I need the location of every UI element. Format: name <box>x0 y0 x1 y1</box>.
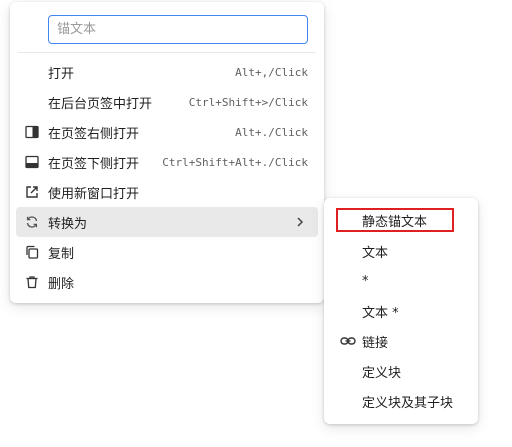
menu-item-shortcut: Alt+,/Click <box>235 65 308 79</box>
search-field[interactable] <box>48 15 308 44</box>
menu-item-open-background-tab[interactable]: 在后台页签中打开 Ctrl+Shift+>/Click <box>16 87 318 117</box>
chevron-right-icon <box>294 215 306 229</box>
menu-item-label: 使用新窗口打开 <box>48 186 140 202</box>
submenu-item-label: 静态锚文本 <box>362 214 428 230</box>
submenu-item-star[interactable]: * <box>330 266 472 296</box>
menu-item-open-right[interactable]: 在页签右侧打开 Alt+./Click <box>16 117 318 147</box>
trash-icon <box>24 274 40 290</box>
refresh-icon <box>24 214 40 230</box>
menu-item-shortcut: Ctrl+Shift+Alt+./Click <box>162 155 308 169</box>
submenu-item-define-block[interactable]: 定义块 <box>330 356 472 386</box>
split-bottom-icon <box>24 154 40 170</box>
menu-item-delete[interactable]: 删除 <box>16 267 318 297</box>
submenu-item-label: 定义块及其子块 <box>362 395 454 411</box>
submenu-item-define-block-children[interactable]: 定义块及其子块 <box>330 386 472 416</box>
menu-item-shortcut: Ctrl+Shift+>/Click <box>188 95 308 109</box>
submenu-item-label: 定义块 <box>362 365 402 381</box>
copy-icon <box>24 244 40 260</box>
menu-item-label: 删除 <box>48 276 75 292</box>
submenu-item-label: 链接 <box>362 335 389 351</box>
convert-submenu: 静态锚文本 文本 * 文本 * 链接 定义块 定义块及其子块 <box>324 198 478 424</box>
submenu-item-label: * <box>362 273 369 289</box>
submenu-item-text[interactable]: 文本 <box>330 236 472 266</box>
menu-item-open-new-window[interactable]: 使用新窗口打开 <box>16 177 318 207</box>
menu-item-open[interactable]: 打开 Alt+,/Click <box>16 57 318 87</box>
search-input[interactable] <box>48 15 308 44</box>
menu-divider <box>18 52 316 53</box>
menu-item-label: 在页签右侧打开 <box>48 126 140 142</box>
submenu-item-static-anchor[interactable]: 静态锚文本 <box>330 205 472 235</box>
submenu-item-link[interactable]: 链接 <box>330 326 472 356</box>
menu-item-shortcut: Alt+./Click <box>235 125 308 139</box>
menu-item-label: 打开 <box>48 66 75 82</box>
menu-item-label: 在页签下侧打开 <box>48 156 140 172</box>
link-icon <box>340 334 356 348</box>
menu-item-copy[interactable]: 复制 <box>16 237 318 267</box>
menu-item-open-bottom[interactable]: 在页签下侧打开 Ctrl+Shift+Alt+./Click <box>16 147 318 177</box>
menu-item-label: 复制 <box>48 246 75 262</box>
submenu-item-label: 文本 * <box>362 305 399 321</box>
split-right-icon <box>24 124 40 140</box>
menu-item-label: 转换为 <box>48 216 88 232</box>
submenu-item-label: 文本 <box>362 245 389 261</box>
menu-item-label: 在后台页签中打开 <box>48 96 153 112</box>
submenu-item-text-star[interactable]: 文本 * <box>330 296 472 326</box>
context-menu: 打开 Alt+,/Click 在后台页签中打开 Ctrl+Shift+>/Cli… <box>10 2 324 303</box>
open-external-icon <box>24 184 40 200</box>
menu-item-convert-to[interactable]: 转换为 <box>16 207 318 237</box>
